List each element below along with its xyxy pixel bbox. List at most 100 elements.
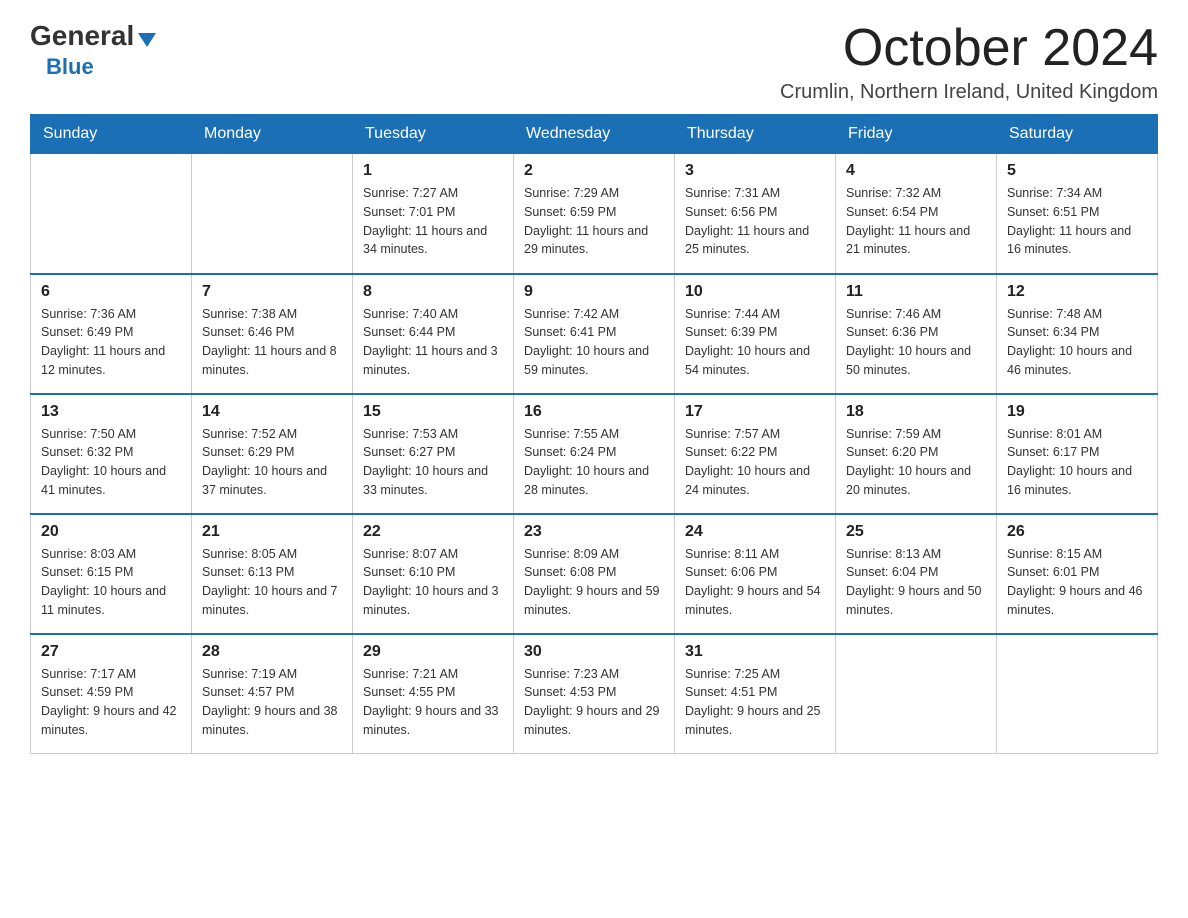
sunset-text: Sunset: 6:56 PM xyxy=(685,203,825,222)
sunset-text: Sunset: 7:01 PM xyxy=(363,203,503,222)
calendar-cell: 27 Sunrise: 7:17 AMSunset: 4:59 PMDayligh… xyxy=(31,634,192,754)
week-row-5: 27 Sunrise: 7:17 AMSunset: 4:59 PMDayligh… xyxy=(31,634,1158,754)
week-row-2: 6Sunrise: 7:36 AMSunset: 6:49 PMDaylight… xyxy=(31,274,1158,394)
sunset-text: Sunset: 4:57 PM xyxy=(202,683,342,702)
logo: General Blue xyxy=(30,20,156,80)
calendar-cell: 12Sunrise: 7:48 AMSunset: 6:34 PMDayligh… xyxy=(997,274,1158,394)
sunset-text: Sunset: 6:22 PM xyxy=(685,443,825,462)
sunset-text: Sunset: 6:17 PM xyxy=(1007,443,1147,462)
location-subtitle: Crumlin, Northern Ireland, United Kingdo… xyxy=(780,81,1158,104)
daylight-text: Daylight: 10 hours and 50 minutes. xyxy=(846,342,986,380)
sunrise-text: Sunrise: 7:27 AM xyxy=(363,184,503,203)
sunrise-text: Sunrise: 7:52 AM xyxy=(202,425,342,444)
day-info: Sunrise: 7:46 AMSunset: 6:36 PMDaylight:… xyxy=(846,305,986,380)
day-info: Sunrise: 8:01 AMSunset: 6:17 PMDaylight:… xyxy=(1007,425,1147,500)
calendar-cell: 3 Sunrise: 7:31 AMSunset: 6:56 PMDaylight… xyxy=(675,154,836,274)
sunrise-text: Sunrise: 7:48 AM xyxy=(1007,305,1147,324)
daylight-text: Daylight: 10 hours and 37 minutes. xyxy=(202,462,342,500)
daylight-text: Daylight: 11 hours and 34 minutes. xyxy=(363,222,503,260)
daylight-text: Daylight: 9 hours and 33 minutes. xyxy=(363,702,503,740)
day-info: Sunrise: 7:38 AMSunset: 6:46 PMDaylight:… xyxy=(202,305,342,380)
sunset-text: Sunset: 6:24 PM xyxy=(524,443,664,462)
day-number: 27 xyxy=(41,643,181,661)
sunset-text: Sunset: 6:08 PM xyxy=(524,563,664,582)
daylight-text: Daylight: 11 hours and 25 minutes. xyxy=(685,222,825,260)
calendar-cell: 29 Sunrise: 7:21 AMSunset: 4:55 PMDayligh… xyxy=(353,634,514,754)
sunset-text: Sunset: 6:04 PM xyxy=(846,563,986,582)
daylight-text: Daylight: 10 hours and 33 minutes. xyxy=(363,462,503,500)
calendar-table: SundayMondayTuesdayWednesdayThursdayFrid… xyxy=(30,114,1158,754)
calendar-cell: 10Sunrise: 7:44 AMSunset: 6:39 PMDayligh… xyxy=(675,274,836,394)
day-info: Sunrise: 8:07 AMSunset: 6:10 PMDaylight:… xyxy=(363,545,503,620)
calendar-cell: 28Sunrise: 7:19 AMSunset: 4:57 PMDayligh… xyxy=(192,634,353,754)
daylight-text: Daylight: 9 hours and 42 minutes. xyxy=(41,702,181,740)
sunrise-text: Sunrise: 8:09 AM xyxy=(524,545,664,564)
daylight-text: Daylight: 9 hours and 38 minutes. xyxy=(202,702,342,740)
sunset-text: Sunset: 6:27 PM xyxy=(363,443,503,462)
sunset-text: Sunset: 4:55 PM xyxy=(363,683,503,702)
sunrise-text: Sunrise: 7:53 AM xyxy=(363,425,503,444)
sunrise-text: Sunrise: 8:13 AM xyxy=(846,545,986,564)
day-number: 28 xyxy=(202,643,342,661)
page-header: General Blue October 2024 Crumlin, North… xyxy=(30,20,1158,104)
day-info: Sunrise: 7:17 AMSunset: 4:59 PMDaylight:… xyxy=(41,665,181,740)
daylight-text: Daylight: 9 hours and 54 minutes. xyxy=(685,582,825,620)
sunset-text: Sunset: 6:41 PM xyxy=(524,323,664,342)
day-info: Sunrise: 7:50 AMSunset: 6:32 PMDaylight:… xyxy=(41,425,181,500)
sunset-text: Sunset: 6:39 PM xyxy=(685,323,825,342)
logo-general-text: General xyxy=(30,20,134,52)
sunset-text: Sunset: 6:54 PM xyxy=(846,203,986,222)
sunrise-text: Sunrise: 8:05 AM xyxy=(202,545,342,564)
day-number: 29 xyxy=(363,643,503,661)
day-info: Sunrise: 7:48 AMSunset: 6:34 PMDaylight:… xyxy=(1007,305,1147,380)
title-section: October 2024 Crumlin, Northern Ireland, … xyxy=(780,20,1158,104)
calendar-cell: 22Sunrise: 8:07 AMSunset: 6:10 PMDayligh… xyxy=(353,514,514,634)
day-number: 9 xyxy=(524,283,664,301)
day-info: Sunrise: 7:40 AMSunset: 6:44 PMDaylight:… xyxy=(363,305,503,380)
calendar-cell: 6Sunrise: 7:36 AMSunset: 6:49 PMDaylight… xyxy=(31,274,192,394)
calendar-cell: 14Sunrise: 7:52 AMSunset: 6:29 PMDayligh… xyxy=(192,394,353,514)
sunrise-text: Sunrise: 8:07 AM xyxy=(363,545,503,564)
day-info: Sunrise: 7:42 AMSunset: 6:41 PMDaylight:… xyxy=(524,305,664,380)
calendar-cell: 11 Sunrise: 7:46 AMSunset: 6:36 PMDayligh… xyxy=(836,274,997,394)
calendar-cell: 7 Sunrise: 7:38 AMSunset: 6:46 PMDaylight… xyxy=(192,274,353,394)
weekday-header-tuesday: Tuesday xyxy=(353,115,514,154)
day-info: Sunrise: 8:05 AMSunset: 6:13 PMDaylight:… xyxy=(202,545,342,620)
calendar-cell: 2Sunrise: 7:29 AMSunset: 6:59 PMDaylight… xyxy=(514,154,675,274)
day-number: 3 xyxy=(685,162,825,180)
sunset-text: Sunset: 4:59 PM xyxy=(41,683,181,702)
day-number: 4 xyxy=(846,162,986,180)
sunrise-text: Sunrise: 7:44 AM xyxy=(685,305,825,324)
sunrise-text: Sunrise: 8:03 AM xyxy=(41,545,181,564)
calendar-cell: 4Sunrise: 7:32 AMSunset: 6:54 PMDaylight… xyxy=(836,154,997,274)
sunset-text: Sunset: 4:53 PM xyxy=(524,683,664,702)
calendar-cell: 8Sunrise: 7:40 AMSunset: 6:44 PMDaylight… xyxy=(353,274,514,394)
calendar-cell: 21Sunrise: 8:05 AMSunset: 6:13 PMDayligh… xyxy=(192,514,353,634)
sunrise-text: Sunrise: 7:55 AM xyxy=(524,425,664,444)
daylight-text: Daylight: 10 hours and 46 minutes. xyxy=(1007,342,1147,380)
day-info: Sunrise: 7:57 AMSunset: 6:22 PMDaylight:… xyxy=(685,425,825,500)
sunset-text: Sunset: 6:20 PM xyxy=(846,443,986,462)
day-number: 25 xyxy=(846,523,986,541)
daylight-text: Daylight: 9 hours and 50 minutes. xyxy=(846,582,986,620)
sunrise-text: Sunrise: 7:23 AM xyxy=(524,665,664,684)
logo-triangle-icon xyxy=(138,33,156,47)
daylight-text: Daylight: 10 hours and 20 minutes. xyxy=(846,462,986,500)
day-info: Sunrise: 7:31 AMSunset: 6:56 PMDaylight:… xyxy=(685,184,825,259)
day-info: Sunrise: 8:03 AMSunset: 6:15 PMDaylight:… xyxy=(41,545,181,620)
weekday-header-row: SundayMondayTuesdayWednesdayThursdayFrid… xyxy=(31,115,1158,154)
daylight-text: Daylight: 11 hours and 21 minutes. xyxy=(846,222,986,260)
daylight-text: Daylight: 11 hours and 8 minutes. xyxy=(202,342,342,380)
day-info: Sunrise: 7:25 AMSunset: 4:51 PMDaylight:… xyxy=(685,665,825,740)
sunset-text: Sunset: 6:59 PM xyxy=(524,203,664,222)
day-info: Sunrise: 7:59 AMSunset: 6:20 PMDaylight:… xyxy=(846,425,986,500)
day-number: 7 xyxy=(202,283,342,301)
calendar-cell: 30Sunrise: 7:23 AMSunset: 4:53 PMDayligh… xyxy=(514,634,675,754)
day-info: Sunrise: 7:44 AMSunset: 6:39 PMDaylight:… xyxy=(685,305,825,380)
sunset-text: Sunset: 6:49 PM xyxy=(41,323,181,342)
sunrise-text: Sunrise: 7:36 AM xyxy=(41,305,181,324)
day-info: Sunrise: 7:21 AMSunset: 4:55 PMDaylight:… xyxy=(363,665,503,740)
sunrise-text: Sunrise: 8:01 AM xyxy=(1007,425,1147,444)
day-info: Sunrise: 8:11 AMSunset: 6:06 PMDaylight:… xyxy=(685,545,825,620)
day-number: 11 xyxy=(846,283,986,301)
